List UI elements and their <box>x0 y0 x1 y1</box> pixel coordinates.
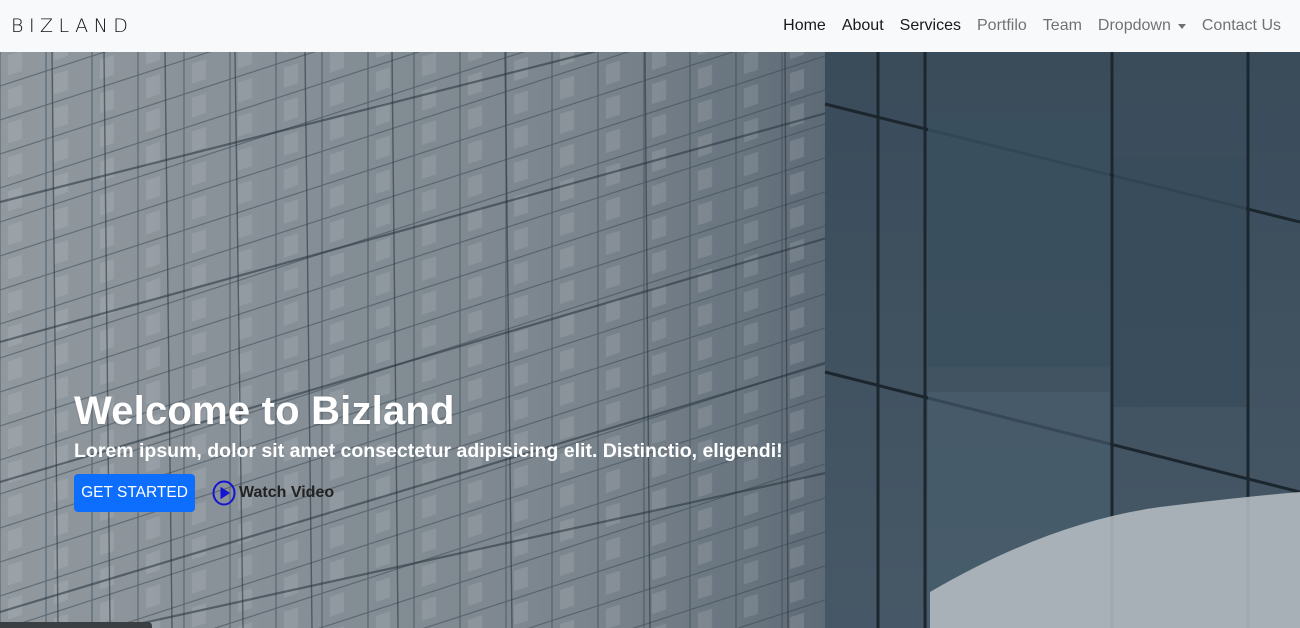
nav-team[interactable]: Team <box>1035 17 1090 35</box>
nav-home[interactable]: Home <box>775 17 834 35</box>
watch-video-label: Watch Video <box>239 484 335 501</box>
nav-links: Home About Services Portfilo Team Dropdo… <box>775 17 1289 35</box>
caret-down-icon <box>1177 23 1186 29</box>
hero-content: Welcome to Bizland Lorem ipsum, dolor si… <box>74 388 783 512</box>
hero-section: Welcome to Bizland Lorem ipsum, dolor si… <box>0 52 1300 628</box>
brand-logo[interactable]: BIZLAND <box>11 15 133 37</box>
hero-background-image <box>0 52 1300 628</box>
navbar: BIZLAND Home About Services Portfilo Tea… <box>0 0 1300 52</box>
hero-title: Welcome to Bizland <box>74 389 455 433</box>
nav-dropdown[interactable]: Dropdown <box>1090 17 1194 35</box>
nav-portfolio[interactable]: Portfilo <box>969 17 1035 35</box>
watch-video-link[interactable]: Watch Video <box>212 480 334 506</box>
nav-dropdown-label: Dropdown <box>1097 17 1171 34</box>
play-circle-icon <box>212 480 236 506</box>
browser-status-bar <box>0 622 152 628</box>
nav-services[interactable]: Services <box>892 17 969 35</box>
nav-about[interactable]: About <box>834 17 892 35</box>
nav-contact[interactable]: Contact Us <box>1194 17 1289 35</box>
get-started-button[interactable]: GET STARTED <box>74 474 195 512</box>
hero-subtitle: Lorem ipsum, dolor sit amet consectetur … <box>74 440 783 462</box>
hero-actions: GET STARTED Watch Video <box>74 474 783 512</box>
